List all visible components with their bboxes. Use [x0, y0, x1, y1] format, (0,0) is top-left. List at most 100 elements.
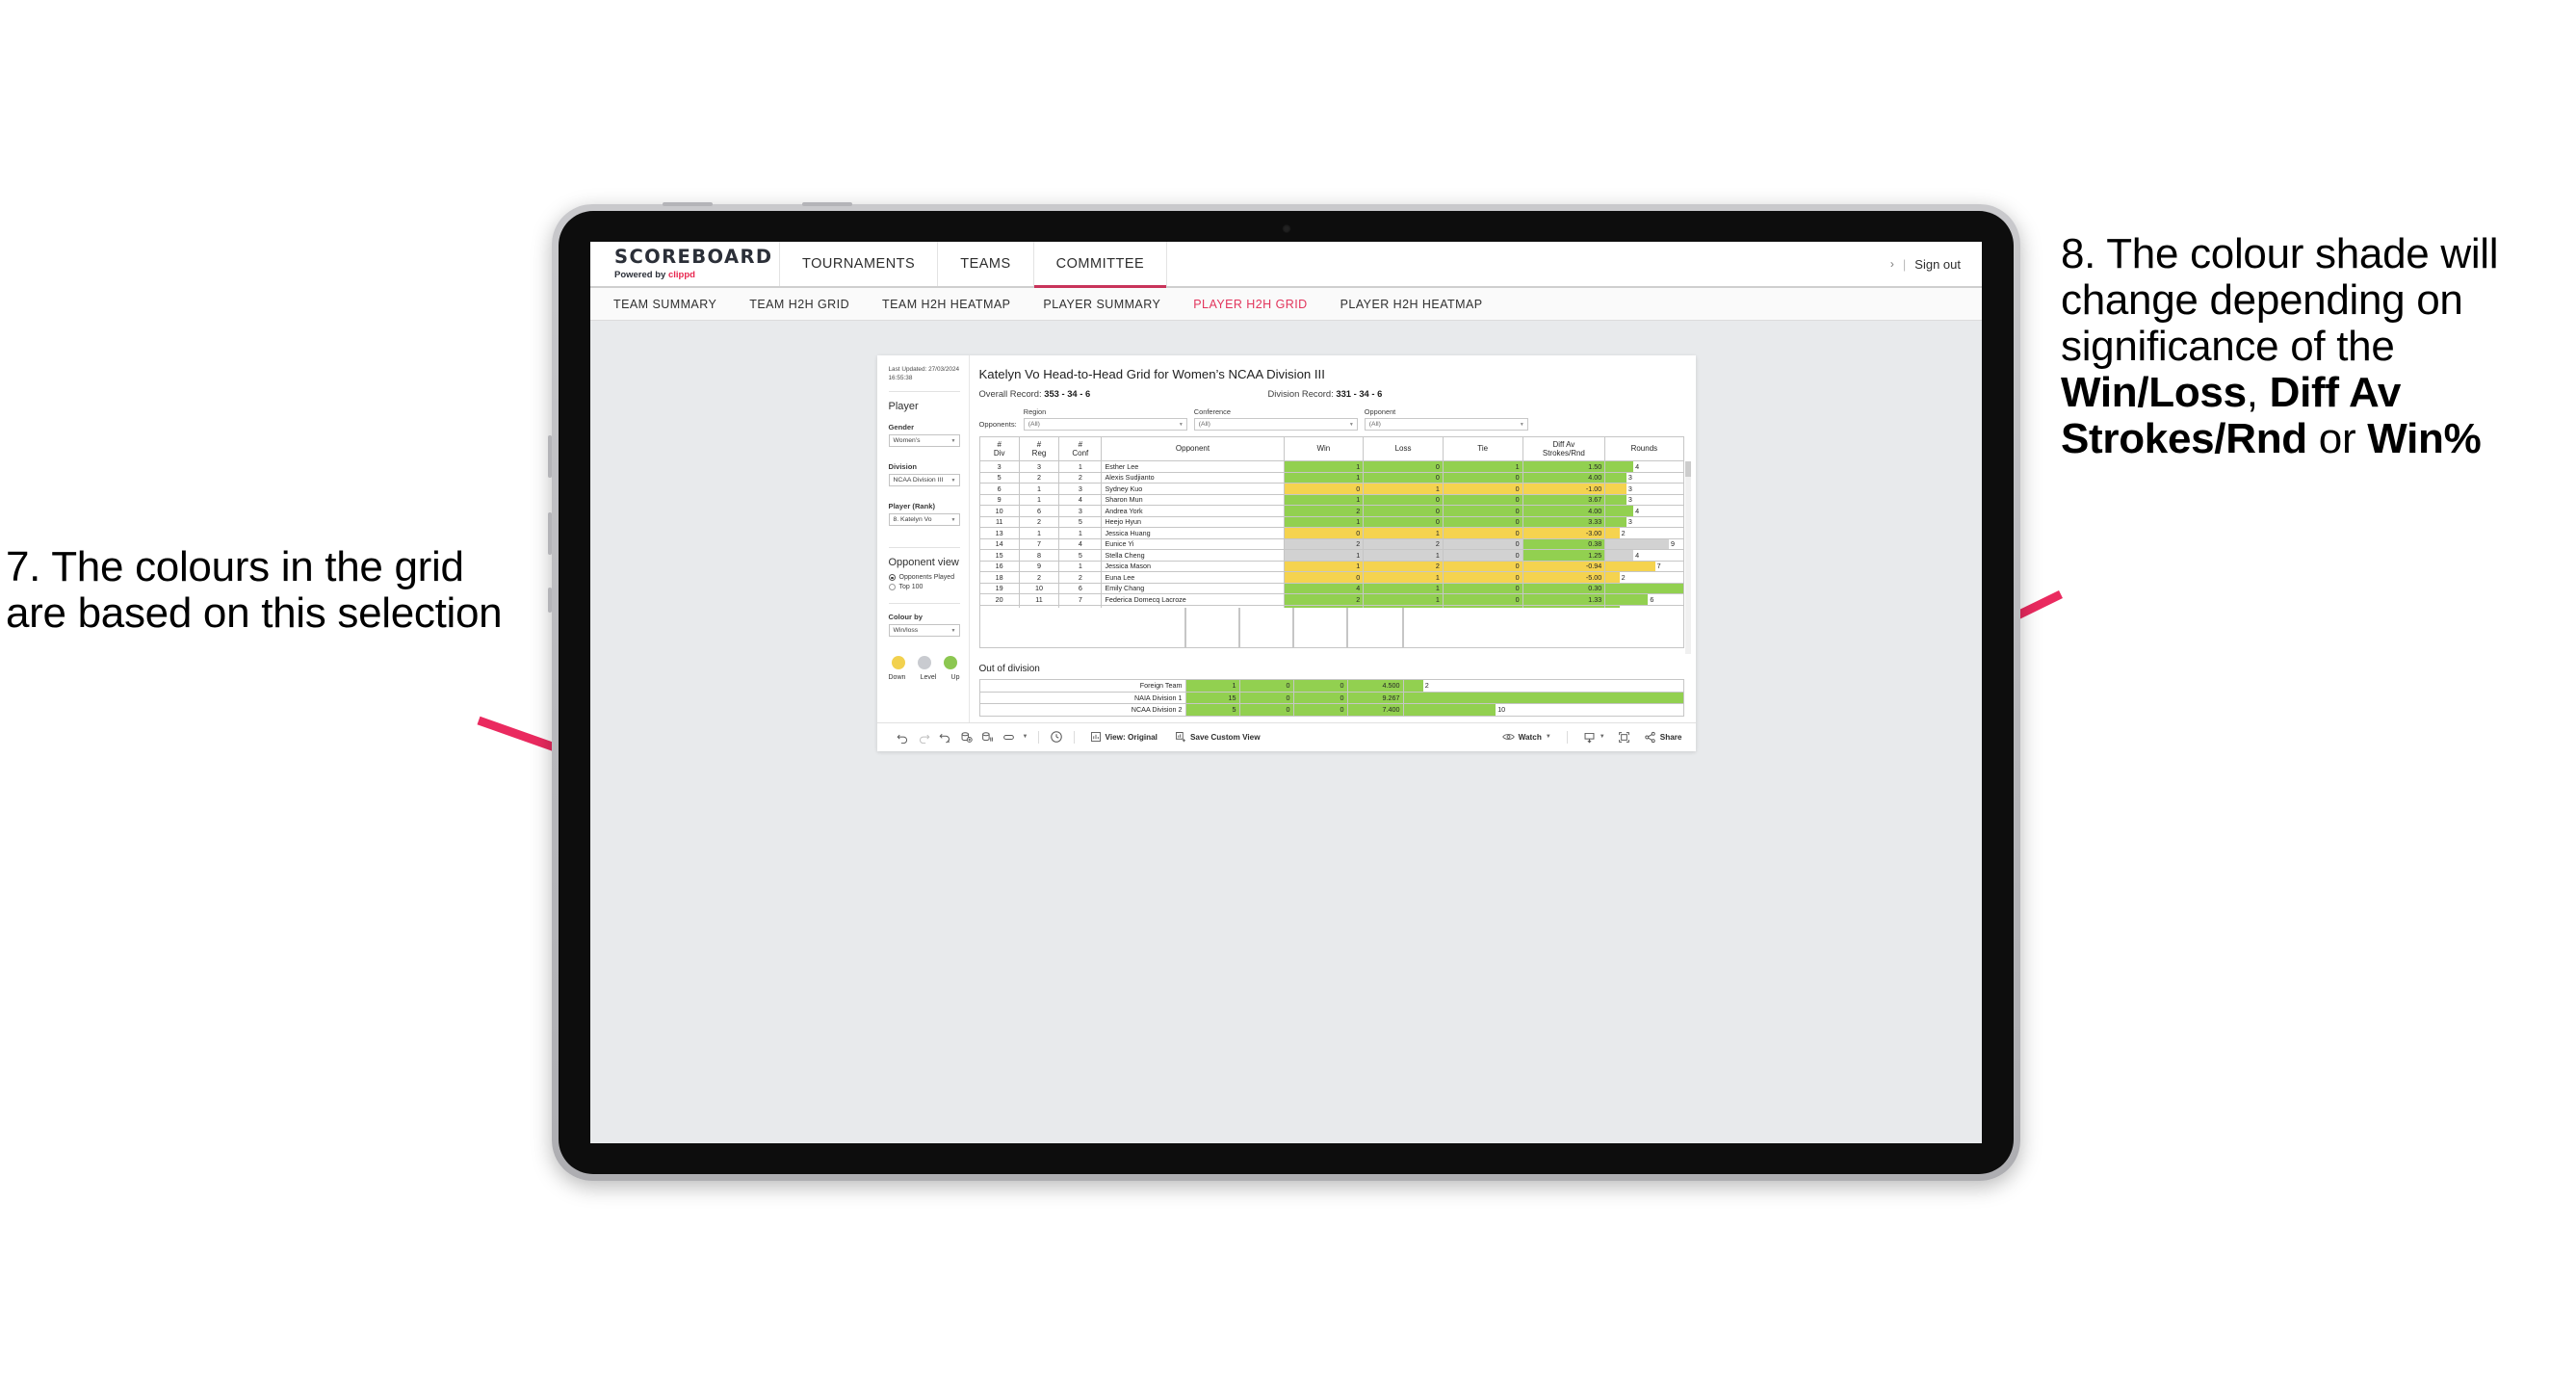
col-header-reg: # Reg: [1018, 436, 1060, 461]
annotation-8-line1: 8. The colour shade will change dependin…: [2061, 230, 2499, 370]
table-row[interactable]: 19106Emily Chang4100.3011: [978, 582, 1684, 594]
table-row[interactable]: 6 1 3 Sydney Kuo 0 1 0 -1.00 3: [978, 483, 1684, 495]
table-row[interactable]: 15 8 5 Stella Cheng 1 1 0 1.25 4: [978, 549, 1684, 562]
chevron-down-icon: ▼: [1348, 421, 1354, 428]
radio-opponents-played[interactable]: Opponents Played: [888, 574, 960, 582]
col-header-rounds: Rounds: [1604, 436, 1684, 461]
opponent-filter-select[interactable]: (All) ▼: [1364, 418, 1528, 431]
division-select[interactable]: NCAA Division III ▼: [888, 474, 960, 487]
nav-right-group: › | Sign out: [1890, 242, 1982, 286]
table-row[interactable]: 9 1 4 Sharon Mun 1 0 0 3.67 3: [978, 493, 1684, 506]
nav-tab-tournaments[interactable]: TOURNAMENTS: [780, 242, 939, 286]
player-rank-select[interactable]: 8. Katelyn Vo ▼: [888, 513, 960, 527]
chevron-down-icon: ▼: [950, 516, 956, 523]
cell-rounds: 4: [1604, 460, 1684, 473]
h2h-grid-body: 3 3 1 Esther Lee 1 0 1 1.50 4 5 2 2 Alexis Sudjianto…: [978, 460, 1684, 608]
subnav-item-team-summary[interactable]: TEAM SUMMARY: [613, 298, 716, 311]
table-row[interactable]: 20 11 7 Federica Domecq Lacroze 2 1 0 1.33 6: [978, 593, 1684, 606]
subnav-item-player-h2h-grid[interactable]: PLAYER H2H GRID: [1193, 298, 1307, 311]
table-row[interactable]: 14 7 4 Eunice Yi 2 2 0 0.38 9: [978, 537, 1684, 550]
subnav-item-player-h2h-heatmap[interactable]: PLAYER H2H HEATMAP: [1340, 298, 1483, 311]
download-button[interactable]: ▼: [1574, 731, 1614, 744]
cell-conf: 1: [1058, 560, 1103, 572]
cell-reg: 2: [1018, 471, 1060, 484]
alerts-icon[interactable]: [1046, 726, 1067, 747]
cell-diff: -1.00: [1522, 483, 1606, 495]
chevron-right-icon[interactable]: ›: [1890, 257, 1894, 271]
out-of-division-row[interactable]: NAIA Division 115009.26730: [978, 691, 1684, 704]
grid-scrollbar-thumb[interactable]: [1684, 461, 1691, 477]
refresh-data-icon[interactable]: [956, 726, 977, 747]
cell-div: 18: [978, 571, 1020, 584]
table-row[interactable]: 10 6 3 Andrea York 2 0 0 4.00 4: [978, 505, 1684, 517]
presentation-mode-icon[interactable]: [999, 726, 1020, 747]
out-of-division-row[interactable]: NCAA Division 2 5 0 0 7.400 10: [978, 703, 1684, 717]
ood-cell-loss: 0: [1238, 691, 1294, 704]
annotation-7-text: 7. The colours in the grid are based on …: [6, 543, 503, 637]
gender-select[interactable]: Women’s ▼: [888, 434, 960, 448]
brand-title: SCOREBOARD: [614, 246, 773, 269]
cell-loss: 0: [1363, 493, 1444, 506]
table-row[interactable]: 3 3 1 Esther Lee 1 0 1 1.50 4: [978, 460, 1684, 473]
save-custom-view-label: Save Custom View: [1189, 732, 1261, 742]
tablet-side-button-1: [548, 435, 552, 478]
pause-updates-icon[interactable]: [977, 726, 999, 747]
cell-opponent: Heejo Hyun: [1101, 515, 1285, 528]
fullscreen-icon[interactable]: [1614, 726, 1635, 747]
cell-loss: 2: [1363, 537, 1444, 550]
subnav-item-team-h2h-heatmap[interactable]: TEAM H2H HEATMAP: [882, 298, 1010, 311]
revert-icon[interactable]: [935, 726, 956, 747]
grid-scrollbar[interactable]: [1684, 461, 1691, 654]
opponent-filter: Opponent (All) ▼: [1364, 407, 1528, 431]
subnav-item-player-summary[interactable]: PLAYER SUMMARY: [1043, 298, 1160, 311]
tablet-top-button-1: [663, 202, 713, 206]
col-header-conf: # Conf: [1058, 436, 1103, 461]
top-navigation-bar: SCOREBOARD Powered by clippd TOURNAMENTS…: [590, 242, 1982, 288]
player-rank-select-value: 8. Katelyn Vo: [893, 516, 932, 524]
region-filter-select[interactable]: (All) ▼: [1023, 418, 1187, 431]
watch-button[interactable]: Watch ▼: [1494, 732, 1560, 742]
brand-logo[interactable]: SCOREBOARD Powered by clippd: [590, 242, 780, 286]
table-row[interactable]: 5 2 2 Alexis Sudjianto 1 0 0 4.00 3: [978, 471, 1684, 484]
annotation-7: 7. The colours in the grid are based on …: [6, 544, 516, 637]
radio-top-100[interactable]: Top 100: [888, 584, 960, 591]
cell-rounds: 2: [1604, 571, 1684, 584]
conference-filter-select[interactable]: (All) ▼: [1193, 418, 1358, 431]
out-of-division-row[interactable]: Foreign Team 1 0 0 4.500 2: [978, 679, 1684, 693]
save-custom-view-button[interactable]: Save Custom View: [1166, 731, 1269, 743]
filler-left: [978, 608, 1185, 648]
table-row[interactable]: 11 2 5 Heejo Hyun 1 0 0 3.33 3: [978, 515, 1684, 528]
cell-diff: 1.25: [1522, 549, 1606, 562]
annotation-8-bold1: Win/Loss: [2061, 368, 2247, 416]
sign-out-link[interactable]: Sign out: [1914, 257, 1961, 272]
view-original-button[interactable]: View: Original: [1081, 731, 1166, 743]
cell-conf: 4: [1058, 493, 1103, 506]
cell-reg: 11: [1018, 593, 1060, 606]
col-header-div-l2: Div: [993, 449, 1005, 458]
colour-by-label: Colour by: [888, 613, 923, 622]
table-row[interactable]: 18 2 2 Euna Lee 0 1 0 -5.00 2: [978, 571, 1684, 584]
colour-by-select[interactable]: Win/loss ▼: [888, 624, 960, 638]
cell-win: 0: [1283, 527, 1365, 539]
cell-tie: 0: [1442, 515, 1523, 528]
opponents-label: Opponents:: [978, 420, 1017, 429]
cell-reg: 2: [1018, 571, 1060, 584]
cell-loss: 1: [1363, 571, 1444, 584]
nav-tab-committee[interactable]: COMMITTEE: [1033, 242, 1168, 288]
share-button[interactable]: Share: [1635, 731, 1696, 744]
share-label: Share: [1659, 732, 1682, 742]
colour-legend: Down Level Up: [889, 656, 960, 681]
chevron-down-icon[interactable]: ▼: [1020, 726, 1031, 747]
table-row[interactable]: 16 9 1 Jessica Mason 1 2 0 -0.94 7: [978, 560, 1684, 572]
undo-icon[interactable]: [893, 726, 914, 747]
cell-win: 1: [1283, 460, 1365, 473]
watch-label: Watch: [1518, 732, 1542, 742]
table-row[interactable]: 13 1 1 Jessica Huang 0 1 0 -3.00 2: [978, 527, 1684, 539]
annotation-8: 8. The colour shade will change dependin…: [2061, 231, 2571, 462]
overall-record-value: 353 - 34 - 6: [1044, 388, 1091, 399]
redo-icon[interactable]: [914, 726, 935, 747]
nav-tab-teams[interactable]: TEAMS: [938, 242, 1034, 286]
subnav-item-team-h2h-grid[interactable]: TEAM H2H GRID: [749, 298, 849, 311]
cell-tie: 0: [1442, 593, 1523, 606]
cell-rounds: 9: [1604, 537, 1684, 550]
